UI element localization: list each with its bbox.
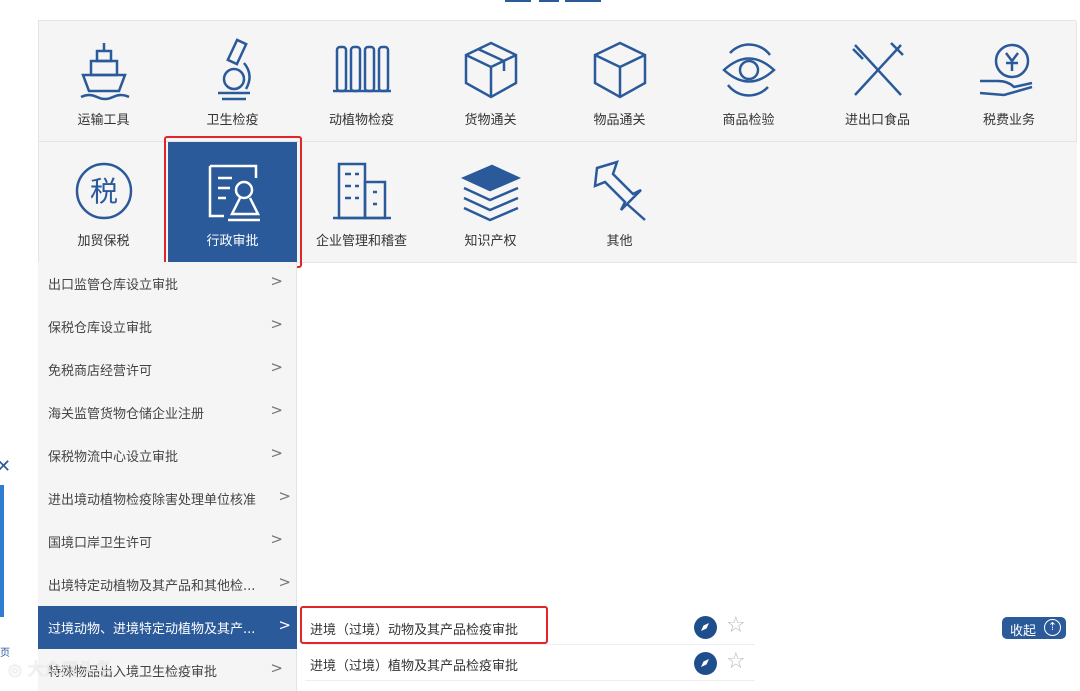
cube-icon — [587, 37, 653, 103]
sub-item-row: 进境（过境）动物及其产品检疫审批 ☆ — [305, 609, 755, 645]
category-grid: 运输工具 卫生检疫 动植物检疫 货物通关 物品通关 商品检验 进出口食品 税费业… — [38, 20, 1077, 263]
category-health-quarantine[interactable]: 卫生检疫 — [168, 21, 298, 142]
chevron-right-icon: > — [270, 401, 283, 419]
menu-item[interactable]: 免税商店经营许可 > — [38, 348, 297, 391]
fork-knife-icon — [845, 37, 911, 103]
category-label: 企业管理和稽查 — [315, 234, 407, 249]
fence-icon — [329, 37, 395, 103]
category-label: 货物通关 — [464, 113, 517, 128]
approval-document-icon — [200, 158, 266, 224]
category-label: 加贸保税 — [77, 234, 130, 249]
sub-item-row: 进境（过境）植物及其产品检疫审批 ☆ — [305, 645, 755, 681]
side-menu: 出口监管仓库设立审批 > 保税仓库设立审批 > 免税商店经营许可 > 海关监管货… — [38, 262, 297, 691]
category-grid-empty-area — [684, 142, 1077, 263]
category-tax-business[interactable]: 税费业务 — [942, 21, 1077, 142]
category-commodity-inspection[interactable]: 商品检验 — [684, 21, 814, 142]
tax-glyph: 税 — [90, 175, 118, 208]
menu-item[interactable]: 海关监管货物仓储企业注册 > — [38, 391, 297, 434]
compass-icon[interactable] — [694, 616, 717, 639]
category-enterprise-audit[interactable]: 企业管理和稽查 — [297, 142, 427, 263]
watermark: ◎ 大众网头条 — [8, 655, 112, 680]
category-label: 运输工具 — [77, 113, 130, 128]
category-label: 商品检验 — [722, 113, 775, 128]
building-icon — [329, 158, 395, 224]
section-heading-fragment — [505, 0, 601, 4]
tax-circle-icon: 税 — [71, 158, 137, 224]
category-cargo-clearance[interactable]: 货物通关 — [426, 21, 556, 142]
microscope-icon — [200, 37, 266, 103]
menu-item-label: 国境口岸卫生许可 — [48, 536, 153, 551]
category-intellectual-property[interactable]: 知识产权 — [426, 142, 556, 263]
menu-item[interactable]: 出口监管仓库设立审批 > — [38, 262, 297, 305]
category-transport[interactable]: 运输工具 — [39, 21, 169, 142]
category-other[interactable]: 其他 — [555, 142, 685, 263]
category-label: 动植物检疫 — [328, 113, 394, 128]
category-label: 知识产权 — [464, 234, 517, 249]
category-administrative-approval[interactable]: 行政审批 — [168, 142, 298, 263]
watermark-text: 大众网头条 — [27, 660, 113, 680]
chevron-right-icon: > — [278, 573, 291, 591]
chevron-right-icon: > — [270, 358, 283, 376]
yen-hand-icon — [974, 37, 1040, 103]
sub-item-link[interactable]: 进境（过境）动物及其产品检疫审批 — [310, 619, 518, 638]
category-processing-bonded[interactable]: 税 加贸保税 — [39, 142, 169, 263]
sub-item-link[interactable]: 进境（过境）植物及其产品检疫审批 — [310, 655, 518, 674]
box-icon — [458, 37, 524, 103]
chevron-right-icon: > — [270, 659, 283, 677]
menu-item[interactable]: 保税仓库设立审批 > — [38, 305, 297, 348]
category-plant-animal-quarantine[interactable]: 动植物检疫 — [297, 21, 427, 142]
books-icon — [458, 158, 524, 224]
category-label: 行政审批 — [206, 234, 259, 249]
pin-icon — [587, 158, 653, 224]
menu-item-label: 进出境动植物检疫除害处理单位核准 — [48, 493, 257, 508]
collapse-label: 收起 — [1010, 624, 1037, 639]
watermark-logo-icon: ◎ — [8, 660, 22, 679]
menu-item-label: 免税商店经营许可 — [48, 364, 153, 379]
chevron-right-icon: > — [270, 272, 283, 290]
star-icon[interactable]: ☆ — [726, 649, 746, 674]
menu-item-label: 海关监管货物仓储企业注册 — [48, 407, 205, 422]
chevron-right-icon: > — [270, 530, 283, 548]
menu-item-label: 保税物流中心设立审批 — [48, 450, 179, 465]
page: 运输工具 卫生检疫 动植物检疫 货物通关 物品通关 商品检验 进出口食品 税费业… — [0, 0, 1080, 691]
menu-item-label: 过境动物、进境特定动植物及其产... — [48, 622, 256, 637]
category-label: 物品通关 — [593, 113, 646, 128]
compass-icon[interactable] — [694, 652, 717, 675]
star-icon[interactable]: ☆ — [726, 613, 746, 638]
category-label: 进出口食品 — [844, 113, 910, 128]
close-icon[interactable]: ✕ — [0, 456, 11, 477]
menu-item[interactable]: 出境特定动植物及其产品和其他检... > — [38, 563, 297, 606]
menu-item-label: 出境特定动植物及其产品和其他检... — [48, 579, 256, 594]
arrow-up-circle-icon: ⇡ — [1044, 619, 1061, 636]
chevron-right-icon: > — [278, 616, 291, 634]
menu-item-active[interactable]: 过境动物、进境特定动植物及其产... > — [38, 606, 297, 649]
chevron-right-icon: > — [278, 487, 291, 505]
eye-icon — [716, 37, 782, 103]
chevron-right-icon: > — [270, 444, 283, 462]
floating-widget-edge — [0, 485, 4, 617]
menu-item[interactable]: 进出境动植物检疫除害处理单位核准 > — [38, 477, 297, 520]
category-label: 税费业务 — [982, 113, 1035, 128]
category-label: 卫生检疫 — [206, 113, 259, 128]
category-import-export-food[interactable]: 进出口食品 — [813, 21, 943, 142]
menu-item[interactable]: 国境口岸卫生许可 > — [38, 520, 297, 563]
category-label: 其他 — [606, 234, 633, 249]
collapse-button[interactable]: 收起 ⇡ — [1002, 617, 1066, 639]
chevron-right-icon: > — [270, 315, 283, 333]
menu-item-label: 保税仓库设立审批 — [48, 321, 153, 336]
menu-item[interactable]: 保税物流中心设立审批 > — [38, 434, 297, 477]
ship-icon — [71, 37, 137, 103]
category-goods-clearance[interactable]: 物品通关 — [555, 21, 685, 142]
menu-item-label: 出口监管仓库设立审批 — [48, 278, 179, 293]
